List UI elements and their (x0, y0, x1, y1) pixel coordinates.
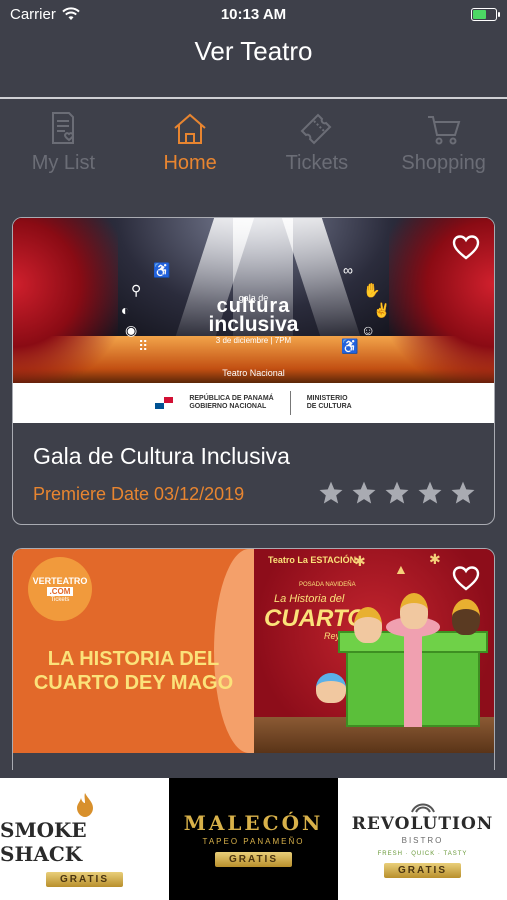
battery-fill (473, 9, 487, 19)
status-left: Carrier (10, 6, 80, 23)
tab-label: Home (163, 152, 217, 174)
verteatro-logo: VERTEATRO .COM Tickets (28, 557, 92, 621)
tab-label: My List (31, 152, 96, 174)
poster-left-panel: VERTEATRO .COM Tickets LA HISTORIA DEL C… (13, 549, 284, 753)
tab-my-list[interactable]: My List (0, 110, 127, 182)
nav-divider (0, 97, 507, 99)
child-figure (316, 673, 346, 703)
poster-big-line-2: inclusiva (208, 313, 299, 336)
star-icon[interactable] (450, 480, 476, 506)
star-icon[interactable] (318, 480, 344, 506)
star-icon[interactable] (384, 480, 410, 506)
poster-title: LA HISTORIA DEL CUARTO DEY MAGO (33, 648, 234, 694)
wifi-icon (62, 7, 80, 20)
tab-shopping[interactable]: Shopping (380, 110, 507, 182)
tab-bar: My List Home Tickets Shopping (0, 110, 507, 182)
gov-right-line: DE CULTURA (306, 403, 352, 410)
glasses-icon: ∞ (343, 262, 353, 278)
badge-line: VERTEATRO (32, 575, 88, 586)
gov-left-line: REPÚBLICA DE PANAMÁ (189, 394, 274, 402)
premiere-date: Premiere Date 03/12/2019 (33, 484, 245, 504)
poster-title-line: CUARTO (264, 605, 366, 632)
panama-flag-icon (155, 397, 174, 409)
ad-revolution-bistro[interactable]: REVOLUTION BISTRO FRESH · QUICK · TASTY … (338, 778, 507, 900)
battery-icon (471, 7, 500, 21)
poster-date: 3 de diciembre | 7PM (215, 336, 292, 345)
king-figure (354, 607, 382, 643)
tree-icon: ▲ (394, 561, 408, 577)
ad-badge: GRATIS (383, 863, 462, 878)
gift-ribbon (404, 631, 422, 727)
revolution-logo-icon (410, 803, 435, 813)
tab-tickets[interactable]: Tickets (254, 110, 381, 182)
ticket-icon (300, 113, 332, 145)
ad-name: REVOLUTION (351, 814, 494, 834)
tab-label: Tickets (285, 152, 349, 174)
gov-right-text: MINISTERIO DE CULTURA (307, 395, 352, 412)
ad-name: SMOKE SHACK (0, 817, 87, 866)
badge-line: Tickets (50, 596, 70, 603)
tab-label: Shopping (401, 152, 486, 174)
favorite-heart-icon[interactable] (452, 565, 480, 591)
cart-icon (427, 116, 460, 145)
gov-left-text: REPÚBLICA DE PANAMÁ GOBIERNO NACIONAL (189, 395, 273, 412)
poster-brand: Teatro La ESTACIÓN (268, 555, 357, 565)
king-figure (452, 599, 480, 635)
event-poster: VERTEATRO .COM Tickets LA HISTORIA DEL C… (13, 549, 494, 753)
poster-venue: Teatro Nacional (222, 368, 285, 378)
badge-line: .COM (46, 586, 74, 596)
king-figure (400, 593, 428, 629)
ad-badge: GRATIS (214, 852, 293, 867)
favorite-heart-icon[interactable] (452, 234, 480, 260)
ad-name: MALECÓN (183, 811, 324, 835)
event-title: Gala de Cultura Inclusiva (33, 443, 290, 469)
star-icon[interactable] (351, 480, 377, 506)
ad-subtitle: TAPEO PANAMEÑO (202, 837, 305, 846)
ad-subtitle: BISTRO (401, 836, 444, 845)
gov-right-line: MINISTERIO (306, 394, 348, 402)
list-icon (52, 112, 75, 144)
tab-home[interactable]: Home (127, 110, 254, 182)
status-bar: Carrier 10:13 AM (0, 0, 507, 28)
sponsor-band: REPÚBLICA DE PANAMÁ GOBIERNO NACIONAL MI… (13, 383, 494, 423)
accessibility-icon: ♿ (153, 262, 171, 278)
poster-title-line: La Historia del (274, 593, 345, 605)
home-icon (174, 113, 206, 144)
poster-subtitle: POSADA NAVIDEÑA (299, 582, 356, 588)
carrier-label: Carrier (10, 5, 56, 23)
ad-tagline: FRESH · QUICK · TASTY (377, 851, 468, 857)
page-title: Ver Teatro (194, 36, 313, 66)
ad-badge: GRATIS (45, 871, 124, 887)
event-card[interactable]: ♿ ⚲ ◐ ◉ ⠿ ∞ ✋ ✌ ☺ ♿ gala de cultura incl… (12, 217, 495, 525)
snowflake-icon: ✱ (429, 551, 441, 567)
flame-icon (76, 792, 93, 817)
gov-separator (289, 391, 291, 415)
ad-malecon[interactable]: MALECÓN TAPEO PANAMEÑO GRATIS (169, 778, 338, 900)
ad-smoke-shack[interactable]: SMOKE SHACK GRATIS (0, 778, 169, 900)
rating-stars (318, 480, 476, 506)
event-card[interactable]: VERTEATRO .COM Tickets LA HISTORIA DEL C… (12, 548, 495, 770)
gov-left-line: GOBIERNO NACIONAL (189, 403, 267, 410)
sponsor-ads: SMOKE SHACK GRATIS MALECÓN TAPEO PANAMEÑ… (0, 778, 507, 900)
star-icon[interactable] (417, 480, 443, 506)
event-poster: ♿ ⚲ ◐ ◉ ⠿ ∞ ✋ ✌ ☺ ♿ gala de cultura incl… (13, 218, 494, 423)
